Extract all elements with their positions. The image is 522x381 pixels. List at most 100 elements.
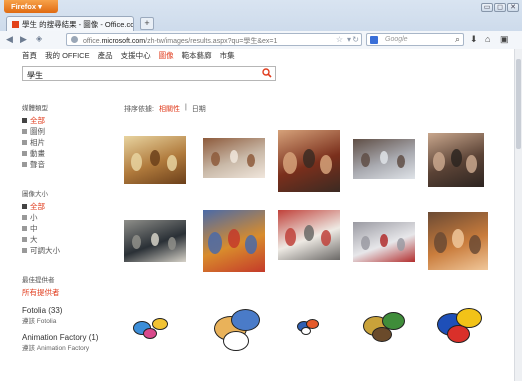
address-bar[interactable]: office.microsoft.com/zh-tw/images/result… bbox=[66, 33, 362, 46]
photo-figure bbox=[168, 237, 176, 250]
clipart-shape bbox=[143, 328, 157, 339]
result-thumbnail-two-students-laptop-photo[interactable] bbox=[203, 138, 265, 178]
photo-figure bbox=[285, 228, 296, 246]
search-icon[interactable] bbox=[262, 68, 272, 78]
search-magnifier-icon[interactable]: ⌕ bbox=[455, 34, 460, 45]
provider-link[interactable]: Fotolia (33) bbox=[22, 306, 118, 315]
image-search-input[interactable]: 學生 bbox=[22, 66, 276, 81]
back-arrow-icon[interactable]: ◀ bbox=[6, 34, 13, 45]
web-search-field[interactable]: Google ⌕ bbox=[366, 33, 464, 46]
topnav-item[interactable]: 首頁 bbox=[22, 50, 37, 61]
provider-subtitle: 遵該 Fotolia bbox=[22, 318, 57, 325]
filter-square-icon bbox=[22, 237, 27, 242]
photo-figure bbox=[451, 149, 462, 167]
result-thumbnail-student-reading-clipart[interactable] bbox=[428, 300, 490, 350]
office-favicon-icon bbox=[12, 21, 19, 28]
media-type-option-label: 聲音 bbox=[30, 160, 45, 169]
photo-figure bbox=[131, 153, 142, 171]
google-engine-icon bbox=[370, 36, 378, 44]
forward-arrow-icon[interactable]: ▶ bbox=[20, 34, 27, 45]
media-type-title: 媒體類型 bbox=[22, 105, 48, 112]
media-type-option[interactable]: 圖例 bbox=[22, 126, 118, 137]
bookmark-star-icon[interactable]: ☆ bbox=[336, 35, 343, 44]
dropdown-arrow-icon[interactable]: ▾ bbox=[347, 35, 351, 44]
topnav-item[interactable]: 範本藝廊 bbox=[182, 50, 212, 61]
window-controls: ▭ ◻ ✕ bbox=[481, 3, 519, 12]
minimize-button[interactable]: ▭ bbox=[481, 3, 493, 12]
image-size-option[interactable]: 可調大小 bbox=[22, 245, 118, 256]
photo-figure bbox=[151, 233, 159, 246]
site-top-navigation: 首頁 我的 OFFICE 產品 支援中心 圖像 範本藝廊 市集 bbox=[22, 50, 235, 61]
toolbar-menu-icon[interactable]: ▣ bbox=[500, 34, 509, 45]
firefox-menu-button[interactable]: Firefox ▾ bbox=[4, 0, 58, 13]
image-size-option[interactable]: 中 bbox=[22, 223, 118, 234]
filter-square-icon bbox=[22, 204, 27, 209]
close-window-button[interactable]: ✕ bbox=[507, 3, 519, 12]
result-thumbnail-boy-books-photo[interactable] bbox=[203, 210, 265, 272]
topnav-item[interactable]: 產品 bbox=[98, 50, 113, 61]
filter-square-icon bbox=[22, 151, 27, 156]
photo-figure bbox=[132, 235, 141, 249]
image-size-option[interactable]: 大 bbox=[22, 234, 118, 245]
topnav-item[interactable]: 市集 bbox=[220, 50, 235, 61]
provider-link[interactable]: Animation Factory (1) bbox=[22, 333, 118, 342]
image-size-option-label: 小 bbox=[30, 213, 38, 222]
photo-figure bbox=[380, 234, 388, 247]
home-icon[interactable]: ⌂ bbox=[485, 34, 490, 44]
sort-relevance-link[interactable]: 相關性 bbox=[159, 104, 180, 114]
provider-title: 最佳提供者 bbox=[22, 277, 55, 284]
result-thumbnail-student-group-photo[interactable] bbox=[428, 133, 484, 187]
browser-tab[interactable]: 學生 的搜尋結果 - 圖像 - Office.com bbox=[6, 16, 134, 31]
photo-figure bbox=[211, 152, 220, 166]
restore-button[interactable]: ◻ bbox=[494, 3, 506, 12]
url-domain: microsoft.com bbox=[101, 38, 146, 45]
topnav-item[interactable]: 圖像 bbox=[159, 50, 174, 61]
media-type-option[interactable]: 聲音 bbox=[22, 159, 118, 170]
provider-subtitle: 遵該 Animation Factory bbox=[22, 345, 90, 352]
photo-figure bbox=[167, 155, 177, 171]
clipart-shape bbox=[301, 327, 311, 335]
result-thumbnail-girl-notebook-photo[interactable] bbox=[428, 212, 488, 270]
new-tab-button[interactable]: + bbox=[140, 17, 154, 30]
media-type-option[interactable]: 相片 bbox=[22, 137, 118, 148]
reload-icon[interactable]: ↻ bbox=[352, 35, 359, 44]
result-thumbnail-students-clipart[interactable] bbox=[124, 313, 186, 343]
photo-figure bbox=[452, 229, 464, 248]
all-providers-link[interactable]: 所有提供者 bbox=[22, 287, 118, 298]
photo-figure bbox=[380, 151, 388, 164]
media-type-option[interactable]: 全部 bbox=[22, 115, 118, 126]
media-type-option[interactable]: 動畫 bbox=[22, 148, 118, 159]
result-thumbnail-computer-lab-photo[interactable] bbox=[353, 139, 415, 179]
clipart-shape bbox=[447, 325, 470, 343]
result-thumbnail-student-desk-photo[interactable] bbox=[353, 222, 415, 262]
page-scrollbar[interactable] bbox=[514, 49, 522, 381]
image-size-option-label: 可調大小 bbox=[30, 246, 60, 255]
photo-figure bbox=[245, 235, 257, 254]
image-size-option-label: 中 bbox=[30, 224, 38, 233]
image-size-option[interactable]: 全部 bbox=[22, 201, 118, 212]
result-thumbnail-students-desk-clipart[interactable] bbox=[353, 305, 417, 349]
result-thumbnail-lecture-hall-photo[interactable] bbox=[278, 130, 340, 192]
topnav-item[interactable]: 我的 OFFICE bbox=[45, 50, 90, 61]
media-type-filter: 媒體類型 全部 圖例 相片 動畫 聲音 bbox=[22, 102, 118, 170]
image-size-option[interactable]: 小 bbox=[22, 212, 118, 223]
scrollbar-thumb[interactable] bbox=[516, 59, 521, 149]
filter-square-icon bbox=[22, 140, 27, 145]
media-type-option-label: 相片 bbox=[30, 138, 45, 147]
search-query-value: 學生 bbox=[27, 71, 43, 80]
result-thumbnail-students-classroom-photo[interactable] bbox=[124, 136, 186, 184]
filter-square-icon bbox=[22, 129, 27, 134]
result-thumbnail-classroom-small-clipart[interactable] bbox=[292, 315, 322, 339]
result-thumbnail-boy-reading-clipart[interactable] bbox=[206, 300, 262, 362]
result-thumbnail-teacher-blackboard-photo[interactable] bbox=[124, 220, 186, 262]
photo-figure bbox=[466, 155, 477, 173]
sort-date-link[interactable]: 日期 bbox=[192, 104, 206, 114]
result-thumbnail-kids-floor-photo[interactable] bbox=[278, 210, 340, 260]
photo-figure bbox=[283, 152, 297, 174]
photo-figure bbox=[303, 149, 315, 168]
security-shield-icon: ◈ bbox=[36, 34, 43, 43]
download-arrow-icon[interactable]: ⬇ bbox=[470, 34, 478, 45]
filter-sidebar: 媒體類型 全部 圖例 相片 動畫 聲音 圖像大小 全部小中大可調大小 最佳提供者 所有提… bbox=[22, 102, 118, 360]
image-size-filter: 圖像大小 全部小中大可調大小 bbox=[22, 188, 118, 256]
topnav-item[interactable]: 支援中心 bbox=[121, 50, 151, 61]
